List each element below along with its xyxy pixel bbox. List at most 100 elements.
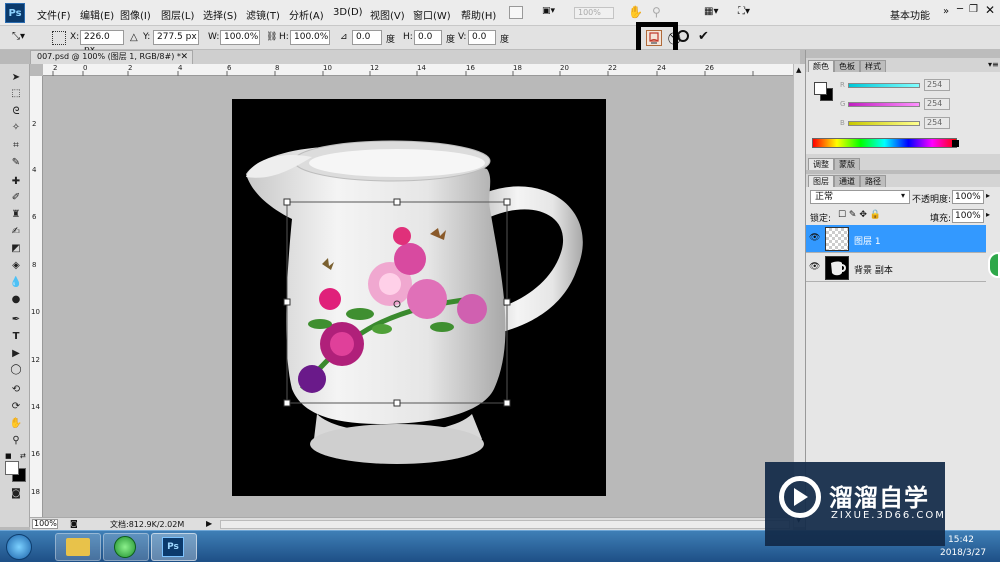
eraser-tool-icon[interactable]: ◩ [9,243,23,255]
color-spectrum-bar[interactable] [812,138,957,148]
side-badge-icon[interactable] [988,252,1000,278]
document-tab[interactable]: 007.psd @ 100% (图层 1, RGB/8#) * ✕ [30,50,193,64]
ellipse-tool-icon[interactable]: ◯ [9,364,23,376]
fg-color-swatch-front[interactable] [814,82,827,95]
zoom-input[interactable]: 100% [32,519,58,529]
zoom-tool-icon[interactable]: ⚲ [652,5,661,19]
workspace-switcher[interactable]: 基本功能 [890,7,930,22]
opacity-input[interactable]: 100% [952,190,984,204]
quick-mask-icon[interactable]: ◙ [9,488,23,500]
arrange-documents-icon[interactable]: ▦▾ [704,6,718,17]
layer-name[interactable]: 背景 副本 [854,263,893,276]
close-icon[interactable]: ✕ [985,3,995,17]
reference-point-icon[interactable] [52,31,66,45]
spectrum-black-swatch[interactable] [952,140,959,147]
lasso-tool-icon[interactable]: ᘓ [9,106,23,118]
blend-mode-select[interactable]: 正常 [810,190,910,204]
height-input[interactable]: 100.0% [290,30,330,45]
menu-file[interactable]: 文件(F) [37,7,71,22]
clock-date[interactable]: 2018/3/27 [940,548,986,558]
menu-image[interactable]: 图像(I) [120,7,151,22]
menu-layer[interactable]: 图层(L) [161,7,194,22]
workspace-chevron-icon[interactable]: » [943,6,949,17]
clock-time[interactable]: 15:42 [948,535,974,545]
tab-masks[interactable]: 蒙版 [834,158,860,170]
healing-brush-tool-icon[interactable]: ✚ [9,176,23,188]
lock-icons[interactable]: ☐ ✎ ✥ 🔒 [838,210,881,220]
x-position-input[interactable]: 226.0 px [80,30,124,55]
vertical-scrollbar[interactable]: ▲ ▼ [793,64,805,527]
foreground-color-swatch[interactable] [5,461,19,475]
y-position-input[interactable]: 277.5 px [153,30,199,45]
tab-styles[interactable]: 样式 [860,60,886,72]
dodge-tool-icon[interactable]: ● [9,294,23,306]
tab-adjustments[interactable]: 调整 [808,158,834,170]
opacity-arrow-icon[interactable]: ▸ [986,191,990,200]
menu-analysis[interactable]: 分析(A) [289,7,324,22]
link-icon[interactable]: ⛓ [266,32,277,42]
zoom-level-select[interactable]: 100% [574,7,614,19]
tab-channels[interactable]: 通道 [834,175,860,187]
visibility-eye-icon[interactable]: 👁 [809,233,820,243]
close-tab-icon[interactable]: ✕ [180,51,188,63]
magic-wand-tool-icon[interactable]: ✧ [9,122,23,134]
menu-select[interactable]: 选择(S) [203,7,237,22]
status-icon[interactable]: ◙ [70,519,78,528]
panel-menu-icon[interactable]: ▾≡ [988,60,999,69]
menu-edit[interactable]: 编辑(E) [80,7,114,22]
status-menu-arrow-icon[interactable]: ▶ [206,519,212,528]
restore-icon[interactable]: ❐ [969,4,978,15]
tab-color[interactable]: 颜色 [808,60,834,72]
menu-window[interactable]: 窗口(W) [413,7,451,22]
3d-rotate-tool-icon[interactable]: ⟲ [9,384,23,396]
tab-layers[interactable]: 图层 [808,175,834,187]
document-canvas[interactable] [232,99,606,496]
zoom-tool-icon-2[interactable]: ⚲ [9,435,23,447]
default-colors-icon[interactable]: ■ [5,452,12,460]
layer-row[interactable]: 👁 背景 副本 [806,254,986,282]
hand-tool-icon-2[interactable]: ✋ [9,418,23,430]
g-value[interactable]: 254 [924,98,950,110]
r-value[interactable]: 254 [924,79,950,91]
hand-tool-icon[interactable]: ✋ [628,5,643,19]
layer-name[interactable]: 图层 1 [854,234,881,247]
tab-paths[interactable]: 路径 [860,175,886,187]
scroll-up-icon[interactable]: ▲ [796,66,801,74]
rotate-input[interactable]: 0.0 [352,30,382,45]
fill-input[interactable]: 100% [952,209,984,223]
fill-arrow-icon[interactable]: ▸ [986,210,990,219]
menu-view[interactable]: 视图(V) [370,7,405,22]
history-brush-tool-icon[interactable]: ✍ [9,226,23,238]
3d-orbit-tool-icon[interactable]: ⟳ [9,401,23,413]
width-input[interactable]: 100.0% [220,30,260,45]
pen-tool-icon[interactable]: ✒ [9,314,23,326]
bridge-icon[interactable] [509,6,523,19]
minimize-icon[interactable]: ─ [957,4,963,15]
menu-3d[interactable]: 3D(D) [333,7,363,18]
blend-mode-chevron-icon[interactable]: ▾ [901,191,905,200]
start-button-icon[interactable] [6,534,32,560]
paint-bucket-tool-icon[interactable]: ◈ [9,260,23,272]
b-slider[interactable] [848,121,920,126]
menu-help[interactable]: 帮助(H) [461,7,496,22]
swap-colors-icon[interactable]: ⇄ [20,452,26,460]
eyedropper-tool-icon[interactable]: ✎ [9,157,23,169]
layer-row-selected[interactable]: 👁 图层 1 [806,225,986,253]
h-skew-input[interactable]: 0.0 [414,30,442,45]
relative-position-icon[interactable]: △ [130,32,138,43]
clone-stamp-tool-icon[interactable]: ♜ [9,209,23,221]
type-tool-icon[interactable]: T [9,331,23,343]
visibility-eye-icon[interactable]: 👁 [809,262,820,272]
blur-tool-icon[interactable]: 💧 [9,277,23,289]
brush-tool-icon[interactable]: ✐ [9,192,23,204]
r-slider[interactable] [848,83,920,88]
move-tool-icon[interactable]: ➤ [9,72,23,84]
cancel-circle-icon[interactable] [677,30,689,42]
screen-mode-select-icon[interactable]: ⛶▾ [738,6,750,17]
b-value[interactable]: 254 [924,117,950,129]
g-slider[interactable] [848,102,920,107]
path-selection-tool-icon[interactable]: ▶ [9,348,23,360]
horizontal-scrollbar[interactable] [220,520,790,529]
tab-swatches[interactable]: 色板 [834,60,860,72]
marquee-tool-icon[interactable]: ⬚ [9,88,23,100]
